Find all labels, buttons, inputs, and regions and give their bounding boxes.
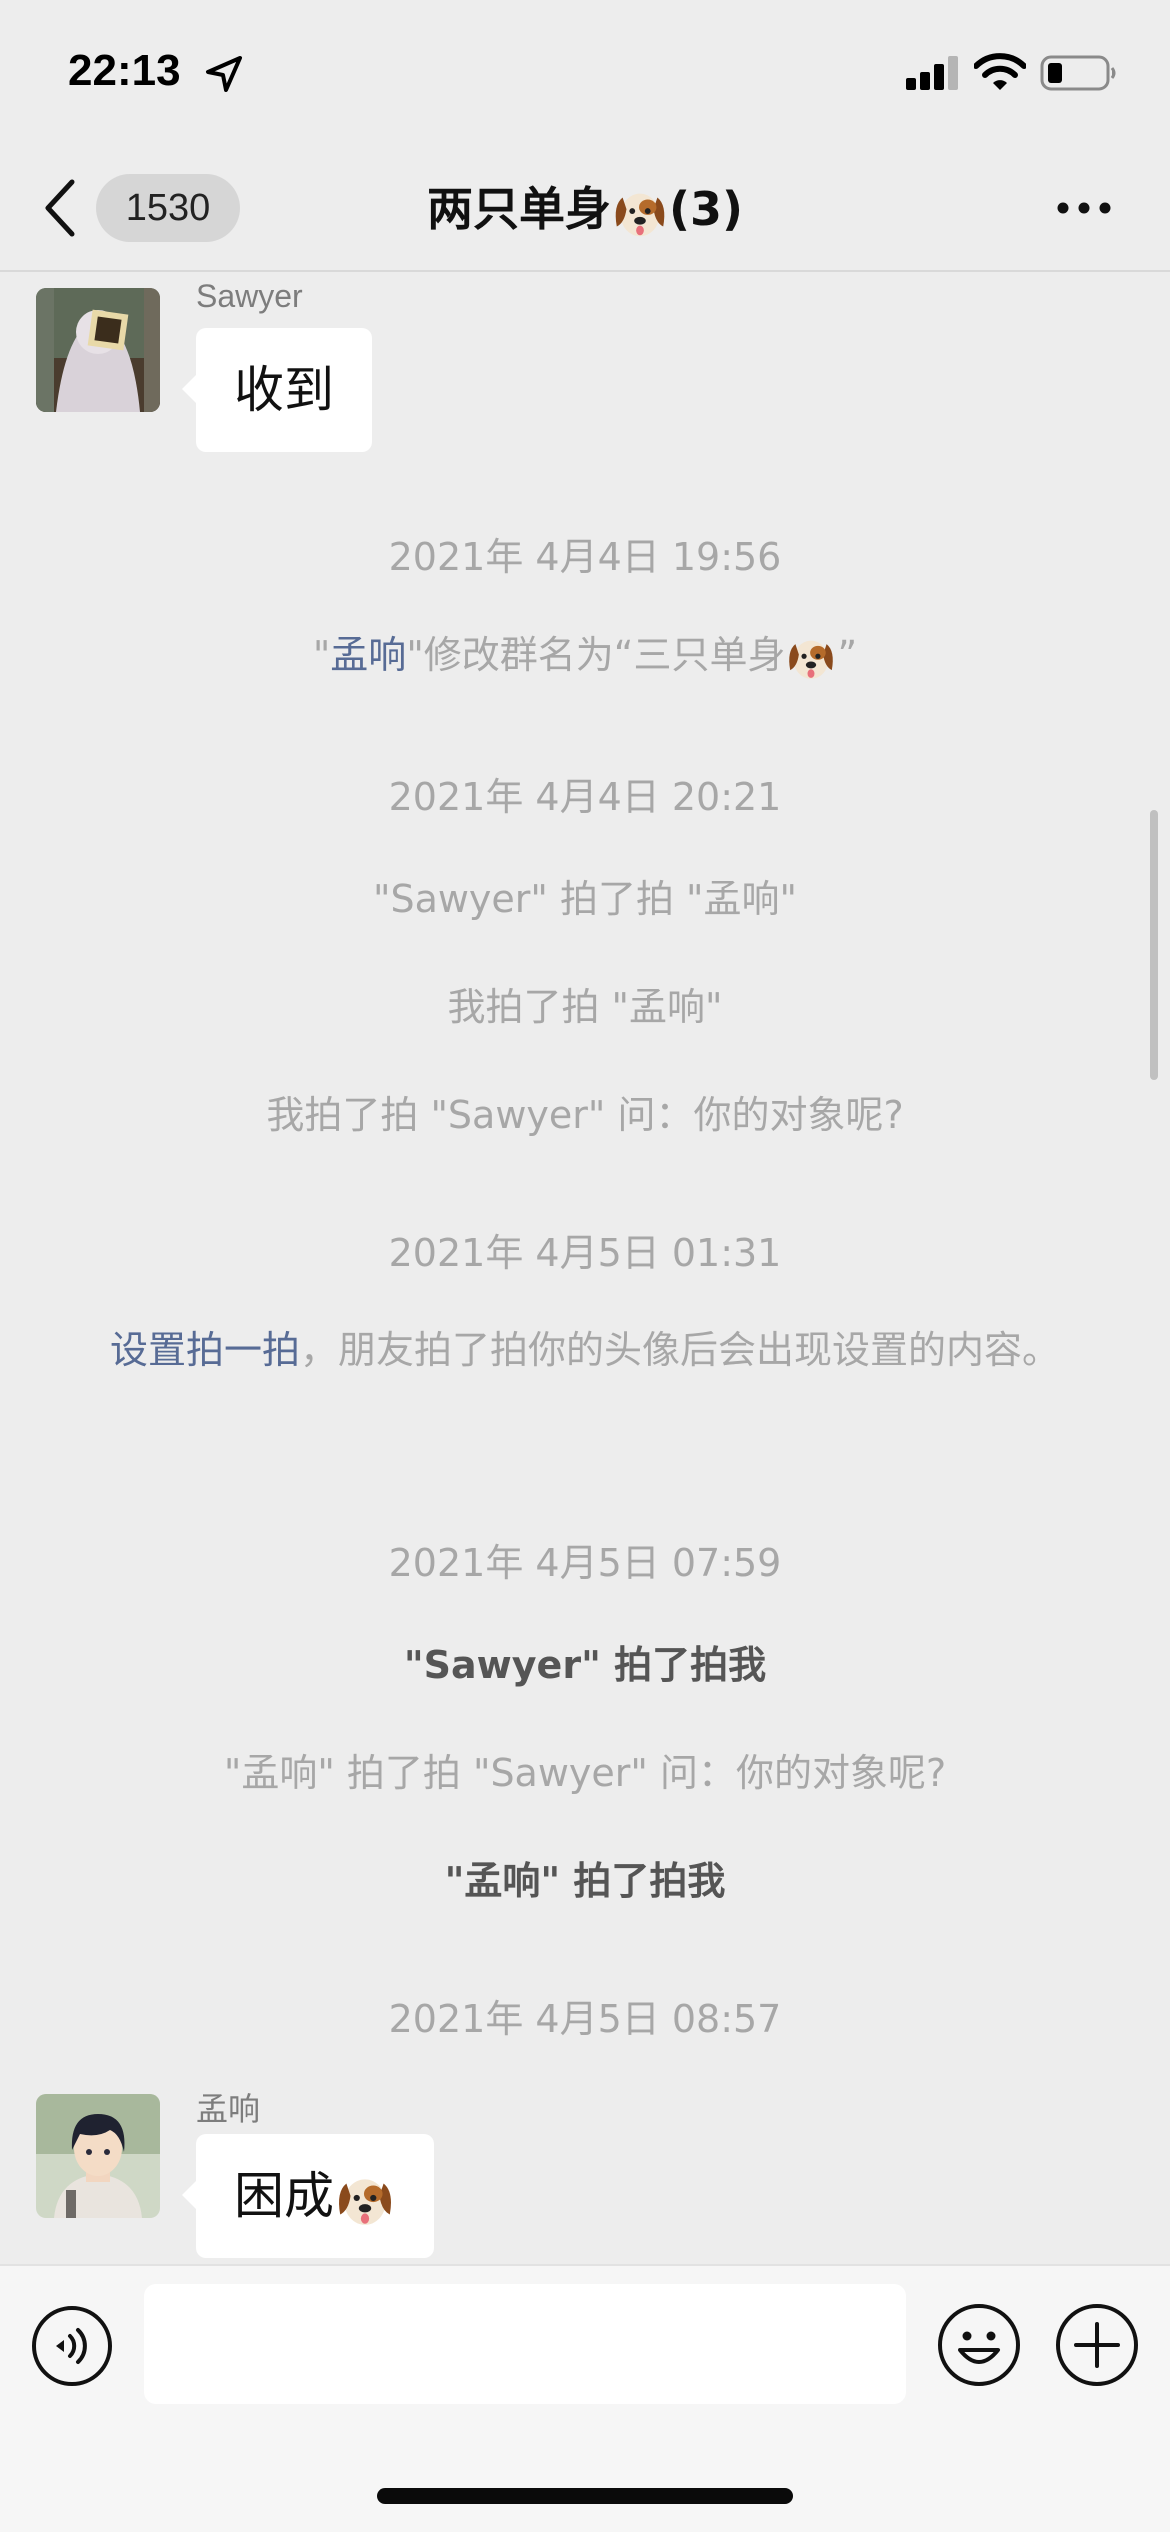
more-dots-icon[interactable] xyxy=(1056,198,1112,218)
dog-face-emoji xyxy=(339,2178,391,2225)
scrollbar[interactable] xyxy=(1150,810,1158,1080)
battery-icon xyxy=(1040,55,1116,91)
dog-face-emoji xyxy=(615,193,665,236)
rename-notice: "孟响"修改群名为“三只单身 ” xyxy=(0,624,1170,684)
emoji-icon[interactable] xyxy=(936,2302,1022,2388)
chat-member-count: (3) xyxy=(668,182,744,236)
home-indicator[interactable] xyxy=(377,2488,793,2504)
timestamp: 2021年 4月4日 20:21 xyxy=(388,775,782,819)
voice-icon[interactable] xyxy=(30,2304,114,2388)
timestamp: 2021年 4月5日 08:57 xyxy=(388,1997,782,2041)
pat-notice: "Sawyer" 拍了拍 "孟响" xyxy=(372,877,798,921)
sender-name: Sawyer xyxy=(196,278,303,314)
plus-icon[interactable] xyxy=(1054,2302,1140,2388)
unread-count-badge[interactable]: 1530 xyxy=(96,174,240,242)
cellular-signal-icon xyxy=(906,56,958,90)
dog-face-emoji xyxy=(789,640,834,679)
rename-quote-open: " xyxy=(312,633,331,677)
back-chevron-icon[interactable] xyxy=(40,176,80,240)
message-bubble[interactable]: 收到 xyxy=(182,328,372,452)
status-time: 22:13 xyxy=(68,46,181,95)
chat-title-name: 两只单身 xyxy=(426,182,611,236)
message-text: 困成 xyxy=(234,2167,334,2225)
wifi-icon xyxy=(974,53,1026,90)
pat-notice: "Sawyer" 拍了拍我 xyxy=(403,1643,767,1687)
rename-actor-link[interactable]: 孟响 xyxy=(330,633,406,677)
timestamp: 2021年 4月5日 01:31 xyxy=(388,1231,782,1275)
avatar-mengxiang[interactable] xyxy=(36,2094,160,2218)
avatar-sawyer[interactable] xyxy=(36,288,160,412)
pat-setting-text: ，朋友拍了拍你的头像后会出现设置的内容。 xyxy=(300,1328,1061,1372)
pat-notice: "孟响" 拍了拍 "Sawyer" 问：你的对象呢? xyxy=(223,1751,947,1795)
message-bubble[interactable]: 困成 xyxy=(182,2134,434,2258)
rename-action: "修改群名为“三只单身 xyxy=(406,633,786,677)
pat-notice: 我拍了拍 "孟响" xyxy=(447,985,723,1029)
message-input[interactable] xyxy=(144,2284,906,2404)
chat-title: 两只单身 (3) xyxy=(285,174,885,244)
pat-notice: "孟响" 拍了拍我 xyxy=(444,1859,726,1903)
location-arrow-icon xyxy=(206,56,242,92)
timestamp: 2021年 4月4日 19:56 xyxy=(388,535,782,579)
rename-quote-close: ” xyxy=(837,633,858,677)
timestamp: 2021年 4月5日 07:59 xyxy=(388,1541,782,1585)
pat-notice: 我拍了拍 "Sawyer" 问：你的对象呢? xyxy=(266,1093,904,1137)
sender-name: 孟响 xyxy=(196,2091,261,2127)
pat-setting-link[interactable]: 设置拍一拍 xyxy=(110,1328,300,1372)
pat-setting-hint: 设置拍一拍，朋友拍了拍你的头像后会出现设置的内容。 xyxy=(80,1314,1090,1386)
